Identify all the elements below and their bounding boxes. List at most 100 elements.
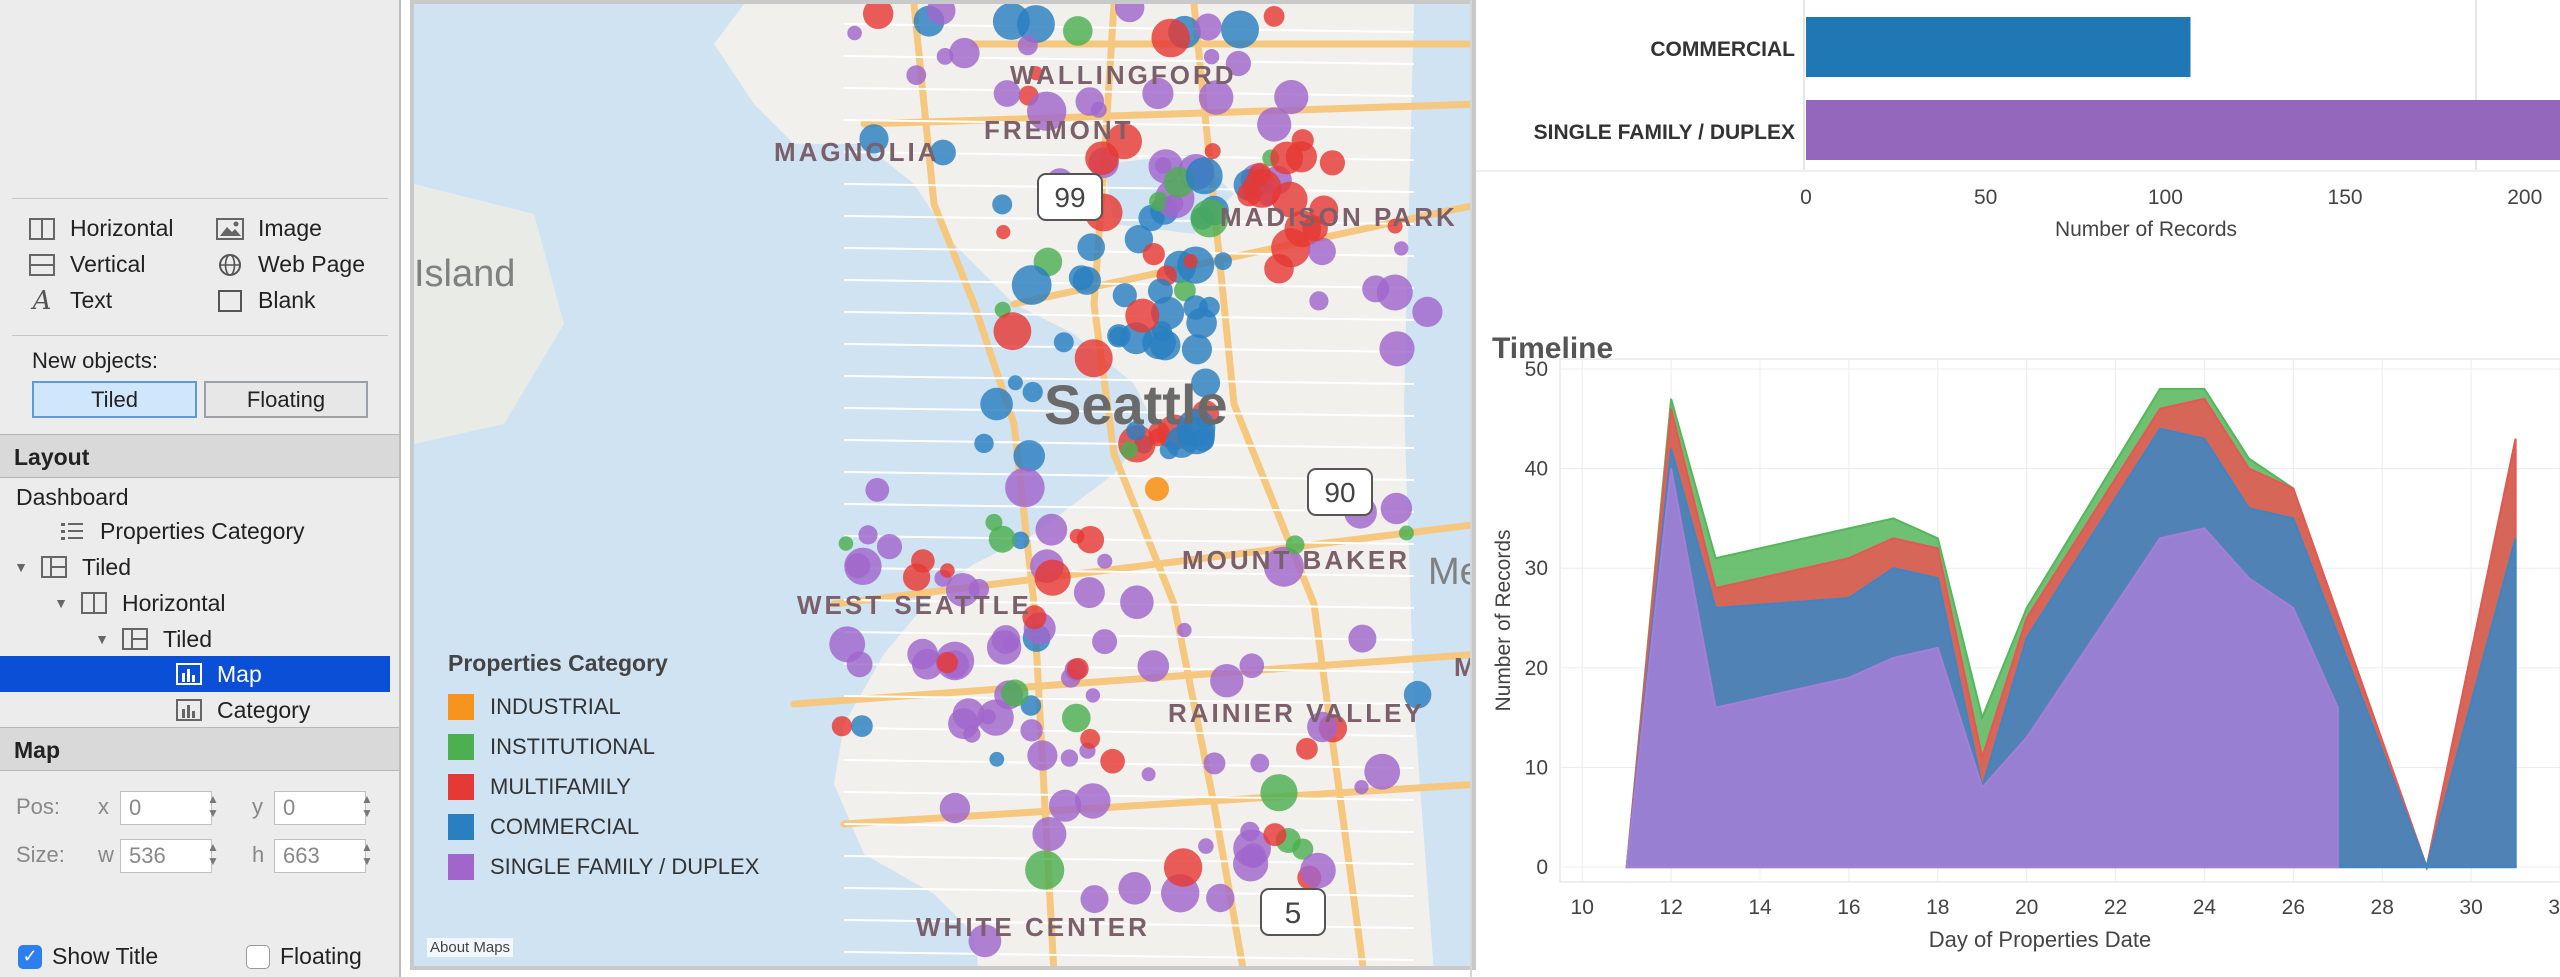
object-image[interactable]: Image — [216, 215, 322, 242]
property-dot — [1142, 243, 1165, 266]
vertical-layout-icon — [28, 253, 56, 277]
object-blank[interactable]: Blank — [216, 287, 316, 314]
property-dot — [1183, 295, 1208, 320]
property-dot — [1221, 10, 1259, 49]
property-dot — [1354, 780, 1369, 795]
tree-label: Horizontal — [122, 590, 226, 616]
h-label: h — [252, 842, 265, 867]
property-dot — [1214, 252, 1232, 271]
expand-triangle-icon[interactable]: ▼ — [10, 549, 32, 585]
blank-icon — [216, 289, 244, 313]
about-maps-link[interactable]: About Maps — [427, 938, 514, 957]
property-dot — [1248, 162, 1272, 186]
timeline-area-chart[interactable]: 0 10 20 30 40 50 10 12 14 16 18 20 22 24 26 28 30 32 Day o… — [1476, 357, 2560, 977]
property-dot — [1376, 274, 1413, 311]
legend-item-commercial[interactable]: COMMERCIAL — [448, 807, 798, 847]
width-field[interactable]: 536 — [120, 839, 212, 873]
property-dot — [1257, 107, 1292, 142]
legend-title: Properties Category — [448, 650, 668, 676]
x-stepper[interactable]: ▲ ▼ — [206, 792, 220, 824]
svg-text:5: 5 — [1285, 897, 1302, 930]
property-dot — [1183, 253, 1198, 269]
property-dot — [1181, 334, 1212, 365]
floating-checkbox[interactable]: Floating — [246, 943, 362, 970]
y-tick-label: 40 — [1525, 458, 1548, 481]
tree-item-dashboard[interactable]: Dashboard — [0, 479, 390, 515]
y-stepper[interactable]: ▲ ▼ — [360, 792, 374, 824]
place-label: MOUNT BAKER — [1182, 545, 1410, 575]
legend-item-institutional[interactable]: INSTITUTIONAL — [448, 727, 798, 767]
property-dot — [876, 534, 903, 560]
swatch-industrial — [448, 694, 474, 720]
tiled-container-icon — [40, 555, 68, 579]
x-position-field[interactable]: 0 — [120, 791, 212, 825]
property-dot — [952, 698, 985, 731]
swatch-multifamily — [448, 774, 474, 800]
divider — [1470, 0, 1472, 977]
tree-item-tiled-nested[interactable]: ▼ Tiled — [0, 621, 390, 657]
property-dot — [1097, 553, 1113, 569]
property-dot — [949, 37, 980, 69]
tree-item-category[interactable]: Category — [0, 692, 390, 728]
legend-item-industrial[interactable]: INDUSTRIAL — [448, 687, 798, 727]
expand-triangle-icon[interactable]: ▼ — [91, 621, 113, 657]
property-dot — [1073, 577, 1105, 609]
floating-button[interactable]: Floating — [204, 381, 368, 418]
property-dot — [996, 225, 1011, 240]
legend-label: MULTIFAMILY — [490, 774, 631, 799]
y-tick-label: 10 — [1525, 756, 1548, 779]
x-tick-label: 30 — [2459, 896, 2482, 919]
tiled-button[interactable]: Tiled — [32, 381, 197, 418]
tree-label: Category — [217, 697, 311, 723]
expand-triangle-icon[interactable]: ▼ — [50, 585, 72, 621]
x-tick-label: 16 — [1837, 896, 1860, 919]
property-dot — [1005, 467, 1045, 508]
place-label: MADISON PARK — [1220, 202, 1458, 232]
tree-item-horizontal[interactable]: ▼ Horizontal — [0, 585, 390, 621]
tree-item-tiled[interactable]: ▼ Tiled — [0, 549, 390, 585]
object-web-page[interactable]: Web Page — [216, 251, 365, 278]
height-field[interactable]: 663 — [274, 839, 366, 873]
legend-item-multifamily[interactable]: MULTIFAMILY — [448, 767, 798, 807]
property-dot — [988, 525, 1016, 553]
category-bar-chart[interactable]: COMMERCIAL SINGLE FAMILY / DUPLEX 0 50 100 15… — [1476, 0, 2560, 260]
x-label: x — [98, 794, 109, 819]
svg-text:99: 99 — [1054, 182, 1085, 213]
y-tick-label: 0 — [1536, 856, 1548, 879]
show-title-checkbox[interactable]: ✓ Show Title — [18, 943, 158, 970]
object-horizontal[interactable]: Horizontal — [28, 215, 174, 242]
legend-item-single-family[interactable]: SINGLE FAMILY / DUPLEX — [448, 847, 798, 887]
legend-label: SINGLE FAMILY / DUPLEX — [490, 854, 760, 879]
property-dot — [1120, 441, 1138, 459]
object-label: Web Page — [258, 251, 365, 277]
property-dot — [1120, 585, 1154, 619]
category-label: SINGLE FAMILY / DUPLEX — [1534, 121, 1795, 144]
width-stepper[interactable]: ▲ ▼ — [206, 840, 220, 872]
object-label: Text — [70, 287, 113, 313]
object-text[interactable]: A Text — [28, 286, 113, 316]
place-label: WEST SEATTLE — [797, 590, 1032, 620]
property-dot — [1137, 650, 1170, 682]
route-shield-5: 5 — [1260, 888, 1326, 936]
tree-item-map[interactable]: Map — [0, 656, 390, 692]
object-label: Image — [258, 215, 322, 241]
property-dot — [1077, 233, 1105, 261]
route-shield-99: 99 — [1037, 173, 1103, 221]
tree-item-properties-category[interactable]: Properties Category — [0, 513, 390, 549]
tick-label: 0 — [1800, 186, 1812, 209]
x-tick-label: 20 — [2015, 896, 2038, 919]
layout-section-header[interactable]: Layout — [0, 434, 399, 478]
divider — [12, 335, 388, 336]
property-dot — [1003, 636, 1018, 652]
property-dot — [1062, 703, 1091, 733]
property-dot — [1380, 492, 1413, 525]
properties-category-legend: Properties Category INDUSTRIAL INSTITUTI… — [448, 650, 798, 887]
height-stepper[interactable]: ▲ ▼ — [360, 840, 374, 872]
x-tick-label: 28 — [2371, 896, 2394, 919]
property-dot — [1085, 688, 1101, 703]
object-vertical[interactable]: Vertical — [28, 251, 145, 278]
property-dot — [1025, 850, 1065, 890]
y-position-field[interactable]: 0 — [274, 791, 366, 825]
property-dot — [1250, 753, 1270, 773]
map-section-header[interactable]: Map — [0, 727, 399, 771]
